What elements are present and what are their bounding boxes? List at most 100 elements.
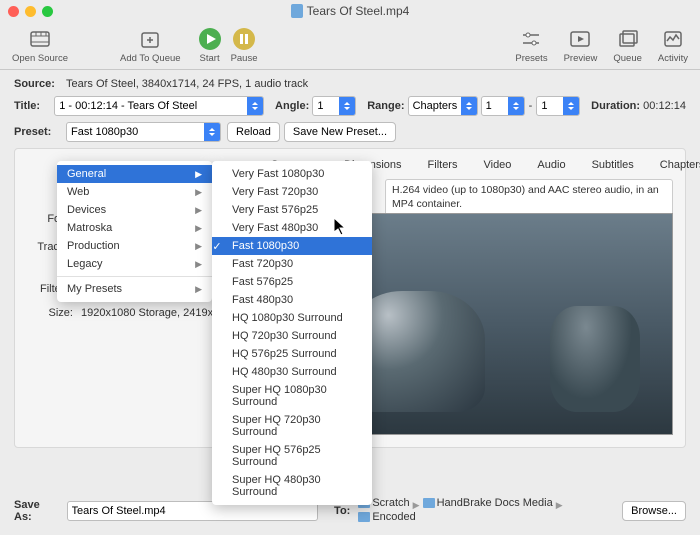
angle-select[interactable] (312, 96, 356, 116)
tab-video[interactable]: Video (477, 157, 517, 173)
range-to-select[interactable] (536, 96, 580, 116)
preset-item[interactable]: Super HQ 576p25 Surround (212, 441, 372, 471)
title-label: Title: (14, 100, 54, 112)
toolbar-label: Add To Queue (120, 53, 181, 64)
folder-icon (358, 512, 370, 522)
queue-button[interactable]: Queue (609, 25, 646, 66)
toolbar-label: Pause (231, 53, 258, 64)
pause-button[interactable]: Pause (227, 25, 262, 66)
breadcrumb-separator-icon: ▶ (413, 500, 420, 510)
browse-button[interactable]: Browse... (622, 501, 686, 521)
preset-item[interactable]: Fast 576p25 (212, 273, 372, 291)
activity-icon (660, 27, 686, 51)
to-label: To: (334, 505, 350, 517)
preset-item[interactable]: HQ 1080p30 Surround (212, 309, 372, 327)
preview-button[interactable]: Preview (560, 25, 602, 66)
toolbar: Open Source Add To Queue Start Pause Pre… (0, 22, 700, 70)
film-icon (27, 27, 53, 51)
preset-item[interactable]: Super HQ 720p30 Surround (212, 411, 372, 441)
preset-category-legacy[interactable]: Legacy▶ (57, 255, 212, 273)
preset-item[interactable]: HQ 480p30 Surround (212, 363, 372, 381)
range-type-select[interactable] (408, 96, 478, 116)
preset-item[interactable]: Super HQ 1080p30 Surround (212, 381, 372, 411)
title-select-value[interactable] (54, 96, 264, 116)
play-icon (197, 27, 223, 51)
chevron-right-icon: ▶ (195, 284, 202, 295)
toolbar-label: Start (200, 53, 220, 64)
folder-icon (423, 498, 435, 508)
tab-subtitles[interactable]: Subtitles (586, 157, 640, 173)
preset-item[interactable]: Very Fast 720p30 (212, 183, 372, 201)
window-title-text: Tears Of Steel.mp4 (307, 4, 410, 18)
preset-item[interactable]: Fast 720p30 (212, 255, 372, 273)
range-dash: - (529, 100, 533, 112)
presets-button[interactable]: Presets (511, 25, 551, 66)
source-label: Source: (14, 78, 66, 90)
chevron-updown-icon (508, 97, 524, 115)
app-window: Tears Of Steel.mp4 Open Source Add To Qu… (0, 0, 700, 535)
size-label: Size: (27, 307, 73, 319)
preset-item[interactable]: Fast 480p30 (212, 291, 372, 309)
activity-button[interactable]: Activity (654, 25, 692, 66)
preset-value[interactable] (66, 122, 221, 142)
destination-path[interactable]: Scratch▶ HandBrake Docs Media▶ Encoded (358, 497, 614, 525)
preset-category-general[interactable]: General▶ (57, 165, 212, 183)
window-title: Tears Of Steel.mp4 (0, 4, 700, 18)
range-from-select[interactable] (481, 96, 525, 116)
preset-item[interactable]: Very Fast 576p25 (212, 201, 372, 219)
preset-category-production[interactable]: Production▶ (57, 237, 212, 255)
preset-item[interactable]: Super HQ 480p30 Surround (212, 471, 372, 501)
chevron-right-icon: ▶ (195, 169, 202, 180)
path-segment[interactable]: HandBrake Docs Media (423, 497, 553, 509)
preset-item[interactable]: Very Fast 1080p30 (212, 165, 372, 183)
add-to-queue-button[interactable]: Add To Queue (116, 25, 185, 66)
document-icon (291, 4, 303, 18)
preset-item[interactable]: HQ 720p30 Surround (212, 327, 372, 345)
add-queue-icon (137, 27, 163, 51)
preset-item[interactable]: Very Fast 480p30 (212, 219, 372, 237)
titlebar: Tears Of Steel.mp4 (0, 0, 700, 22)
save-new-preset-button[interactable]: Save New Preset... (284, 122, 396, 142)
toolbar-label: Presets (515, 53, 547, 64)
duration-value: 00:12:14 (643, 100, 686, 112)
toolbar-label: Queue (613, 53, 642, 64)
toolbar-label: Activity (658, 53, 688, 64)
sliders-icon (518, 27, 544, 51)
chevron-right-icon: ▶ (195, 205, 202, 216)
tab-chapters[interactable]: Chapters (654, 157, 700, 173)
preset-category-devices[interactable]: Devices▶ (57, 201, 212, 219)
preset-category-my-presets[interactable]: My Presets▶ (57, 280, 212, 298)
check-icon: ✓ (211, 240, 223, 253)
preset-info-box: H.264 video (up to 1080p30) and AAC ster… (385, 179, 673, 216)
open-source-button[interactable]: Open Source (8, 25, 72, 66)
preset-category-matroska[interactable]: Matroska▶ (57, 219, 212, 237)
path-segment[interactable]: Encoded (358, 511, 415, 523)
chevron-updown-icon (563, 97, 579, 115)
pause-icon (231, 27, 257, 51)
chevron-updown-icon (247, 97, 263, 115)
toolbar-label: Preview (564, 53, 598, 64)
chevron-right-icon: ▶ (195, 223, 202, 234)
chevron-updown-icon (204, 123, 220, 141)
tab-audio[interactable]: Audio (531, 157, 571, 173)
preset-select[interactable] (66, 122, 221, 142)
angle-label: Angle: (275, 100, 309, 112)
range-label: Range: (367, 100, 404, 112)
chevron-right-icon: ▶ (195, 259, 202, 270)
reload-button[interactable]: Reload (227, 122, 280, 142)
preset-category-web[interactable]: Web▶ (57, 183, 212, 201)
queue-icon (615, 27, 641, 51)
tab-filters[interactable]: Filters (422, 157, 464, 173)
preset-category-menu: General▶Web▶Devices▶Matroska▶Production▶… (57, 161, 212, 302)
chevron-updown-icon (461, 97, 477, 115)
title-select[interactable] (54, 96, 264, 116)
breadcrumb-separator-icon: ▶ (556, 500, 563, 510)
chevron-updown-icon (339, 97, 355, 115)
preset-item[interactable]: ✓Fast 1080p30 (212, 237, 372, 255)
preview-icon (567, 27, 593, 51)
preset-label: Preset: (14, 126, 66, 138)
preset-item[interactable]: HQ 576p25 Surround (212, 345, 372, 363)
chevron-right-icon: ▶ (195, 187, 202, 198)
saveas-label: Save As: (14, 499, 59, 523)
start-button[interactable]: Start (193, 25, 227, 66)
